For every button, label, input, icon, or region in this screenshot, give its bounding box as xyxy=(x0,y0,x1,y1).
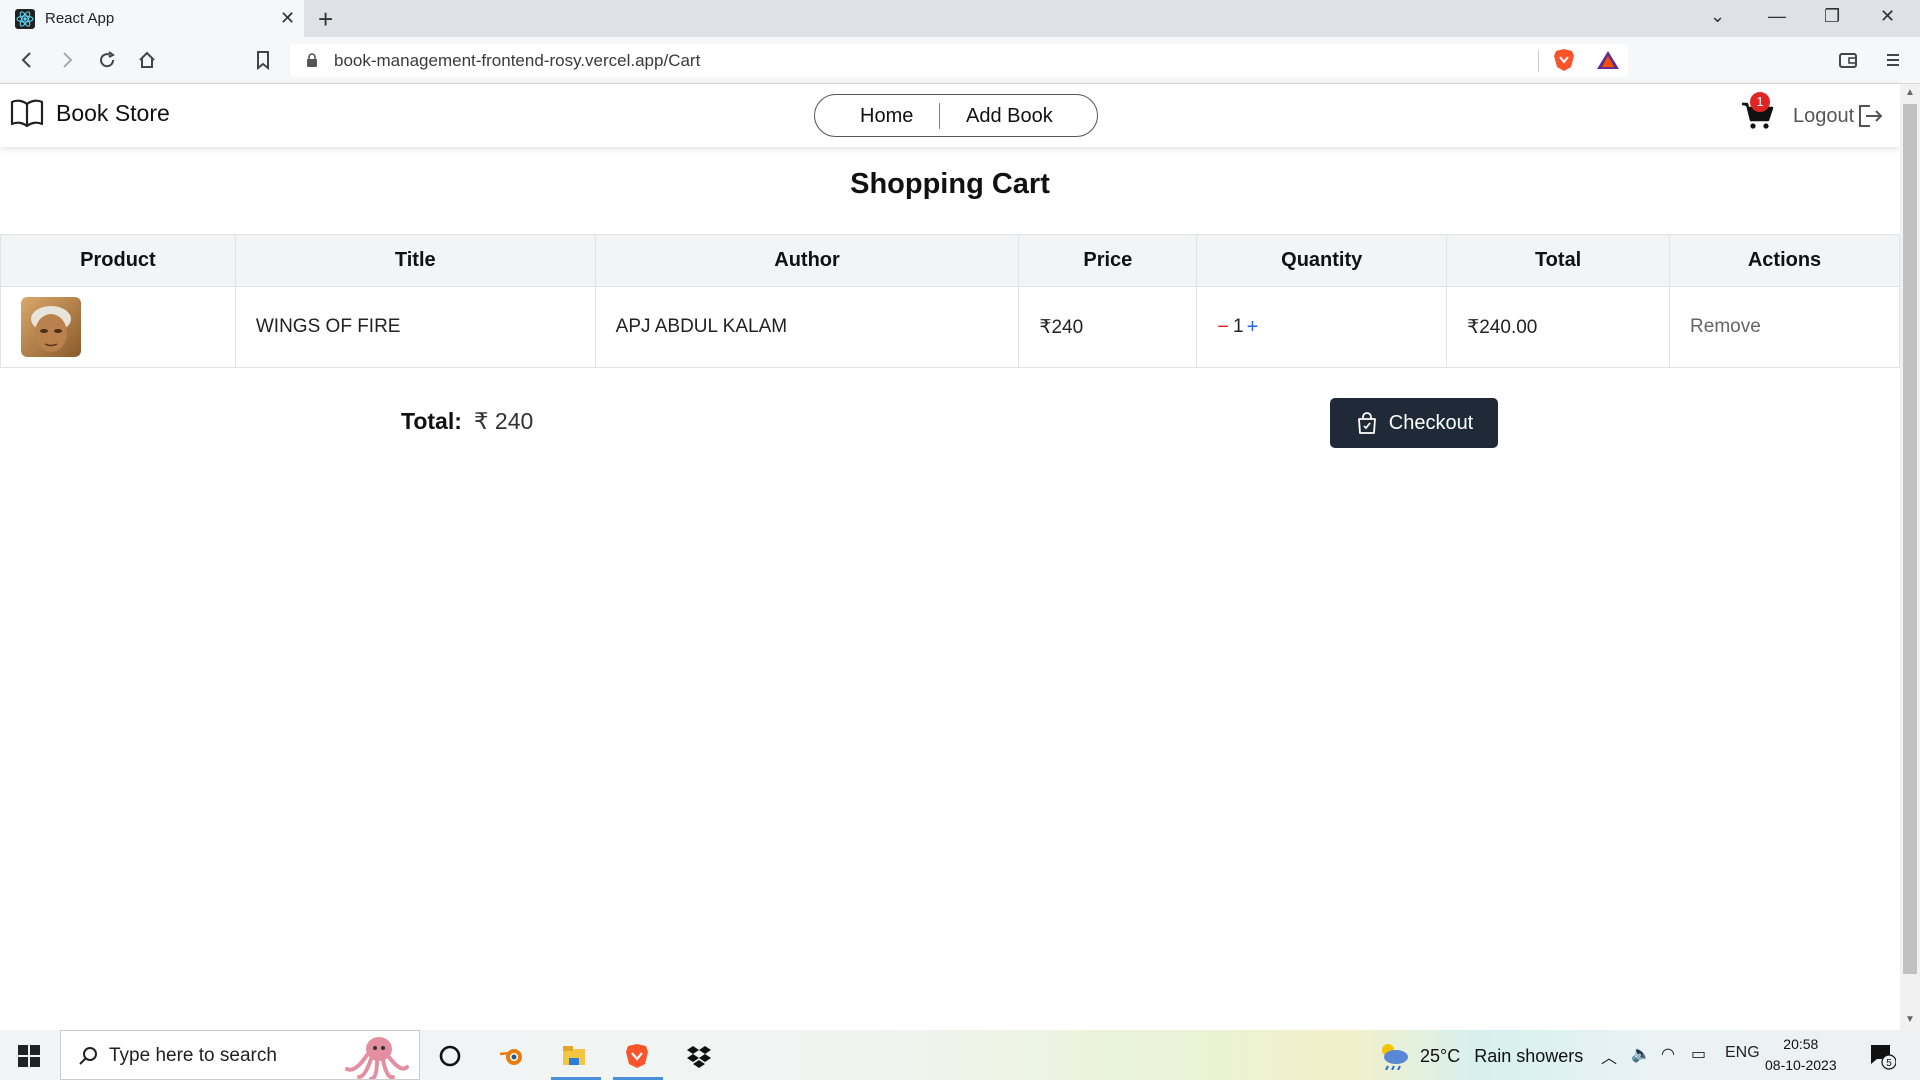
search-placeholder: Type here to search xyxy=(109,1045,277,1066)
brave-browser-icon[interactable] xyxy=(623,1042,651,1070)
nav-divider xyxy=(939,103,940,129)
main-nav: Home Add Book xyxy=(814,94,1098,137)
nav-home-link[interactable]: Home xyxy=(860,105,913,128)
column-header: Author xyxy=(594,234,1020,287)
column-header: Product xyxy=(0,234,236,287)
volume-icon[interactable]: 🔈 xyxy=(1631,1044,1651,1064)
column-header: Price xyxy=(1018,234,1198,287)
menu-icon[interactable] xyxy=(1880,47,1906,73)
brand-name: Book Store xyxy=(56,99,170,126)
blender-icon[interactable] xyxy=(498,1042,526,1070)
bookmark-icon[interactable] xyxy=(250,47,276,73)
cart-table: Product Title Author Price Quantity Tota… xyxy=(0,234,1900,368)
cortana-icon[interactable] xyxy=(436,1042,464,1070)
minimize-icon[interactable]: — xyxy=(1768,6,1786,27)
book-author-cell: APJ ABDUL KALAM xyxy=(594,286,1020,368)
total-label: Total: xyxy=(401,408,462,434)
system-clock[interactable]: 20:58 08-10-2023 xyxy=(1765,1034,1837,1076)
windows-start-icon[interactable] xyxy=(18,1045,40,1067)
new-tab-icon[interactable]: + xyxy=(318,4,333,35)
product-cell xyxy=(0,286,236,368)
windows-taskbar: Type here to search 25°C Rain showers ︿ … xyxy=(0,1030,1920,1080)
back-icon[interactable] xyxy=(14,47,40,73)
weather-widget[interactable]: 25°C Rain showers xyxy=(1378,1042,1583,1070)
column-header: Actions xyxy=(1669,234,1900,287)
remove-button[interactable]: Remove xyxy=(1690,316,1761,337)
tab-list-chevron-icon[interactable]: ⌄ xyxy=(1710,6,1725,27)
file-explorer-icon[interactable] xyxy=(560,1042,588,1070)
column-header: Title xyxy=(234,234,596,287)
page-scrollbar[interactable]: ▲ ▼ xyxy=(1900,84,1920,1030)
wallet-icon[interactable] xyxy=(1835,47,1861,73)
notification-center-icon[interactable]: 5 xyxy=(1868,1042,1896,1070)
show-hidden-icons-chevron-icon[interactable]: ︿ xyxy=(1601,1044,1617,1068)
book-title-cell: WINGS OF FIRE xyxy=(234,286,596,368)
line-total-cell: ₹240.00 xyxy=(1446,286,1671,368)
cart-button[interactable]: 1 xyxy=(1740,92,1776,132)
total-value: ₹ 240 xyxy=(473,408,534,434)
scroll-up-icon[interactable]: ▲ xyxy=(1905,87,1915,98)
browser-tab[interactable]: React App ✕ xyxy=(0,0,304,37)
book-price-cell: ₹240 xyxy=(1018,286,1198,368)
forward-icon[interactable] xyxy=(54,47,80,73)
column-header: Total xyxy=(1446,234,1671,287)
language-indicator[interactable]: ENG xyxy=(1725,1044,1760,1062)
nav-add-book-link[interactable]: Add Book xyxy=(966,105,1053,128)
brave-shields-icon[interactable] xyxy=(1553,48,1575,72)
weather-condition: Rain showers xyxy=(1474,1045,1584,1066)
tab-close-icon[interactable]: ✕ xyxy=(280,8,295,29)
taskbar-search[interactable]: Type here to search xyxy=(60,1030,420,1080)
address-bar[interactable]: book-management-frontend-rosy.vercel.app… xyxy=(290,44,1628,77)
logout-icon xyxy=(1859,105,1883,127)
window-close-icon[interactable]: ✕ xyxy=(1880,6,1895,27)
cart-count-badge: 1 xyxy=(1750,92,1770,112)
table-header-row: Product Title Author Price Quantity Tota… xyxy=(0,234,1900,287)
lock-icon xyxy=(307,53,317,67)
column-header: Quantity xyxy=(1196,234,1448,287)
shopping-bag-check-icon xyxy=(1357,412,1376,434)
react-favicon-icon xyxy=(15,9,35,29)
actions-cell: Remove xyxy=(1669,286,1900,368)
rain-cloud-icon xyxy=(1382,1044,1408,1070)
scrollbar-thumb[interactable] xyxy=(1903,104,1917,974)
battery-icon[interactable]: ▭ xyxy=(1691,1044,1706,1064)
browser-tabbar: React App ✕ + ⌄ — ❐ ✕ xyxy=(0,0,1920,37)
home-icon[interactable] xyxy=(134,47,160,73)
cart-total: Total: ₹ 240 xyxy=(401,408,533,435)
octopus-illustration-icon xyxy=(345,1037,409,1079)
increase-quantity-button[interactable]: + xyxy=(1247,316,1259,339)
urlbar-divider xyxy=(1538,50,1539,72)
checkout-button[interactable]: Checkout xyxy=(1330,398,1498,448)
scroll-down-icon[interactable]: ▼ xyxy=(1905,1014,1915,1025)
page-title: Shopping Cart xyxy=(850,168,1050,200)
wifi-icon[interactable]: ◠ xyxy=(1661,1044,1675,1064)
dropbox-icon[interactable] xyxy=(685,1042,713,1070)
brave-rewards-icon[interactable] xyxy=(1596,50,1620,70)
logout-button[interactable]: Logout xyxy=(1793,103,1884,129)
url-text[interactable]: book-management-frontend-rosy.vercel.app… xyxy=(334,51,700,71)
logout-label: Logout xyxy=(1793,104,1855,127)
book-cover-thumbnail[interactable] xyxy=(21,297,81,357)
clock-time: 20:58 xyxy=(1783,1036,1819,1052)
tab-title: React App xyxy=(45,10,115,27)
reload-icon[interactable] xyxy=(94,47,120,73)
quantity-value: 1 xyxy=(1232,316,1244,337)
weather-temperature: 25°C xyxy=(1420,1045,1461,1066)
checkout-label: Checkout xyxy=(1388,411,1474,434)
app-header: Book Store Home Add Book 1 Logout xyxy=(0,84,1900,147)
notification-count: 5 xyxy=(1886,1058,1892,1069)
clock-date: 08-10-2023 xyxy=(1765,1057,1837,1073)
browser-toolbar: book-management-frontend-rosy.vercel.app… xyxy=(0,37,1920,84)
search-icon xyxy=(79,1047,97,1065)
quantity-stepper: − 1 + xyxy=(1217,316,1446,339)
restore-icon[interactable]: ❐ xyxy=(1824,6,1840,27)
quantity-cell: − 1 + xyxy=(1196,286,1448,368)
decrease-quantity-button[interactable]: − xyxy=(1217,316,1229,339)
table-row: WINGS OF FIRE APJ ABDUL KALAM ₹240 − 1 +… xyxy=(0,286,1900,368)
open-book-icon xyxy=(10,99,44,128)
brand[interactable]: Book Store xyxy=(10,98,170,128)
